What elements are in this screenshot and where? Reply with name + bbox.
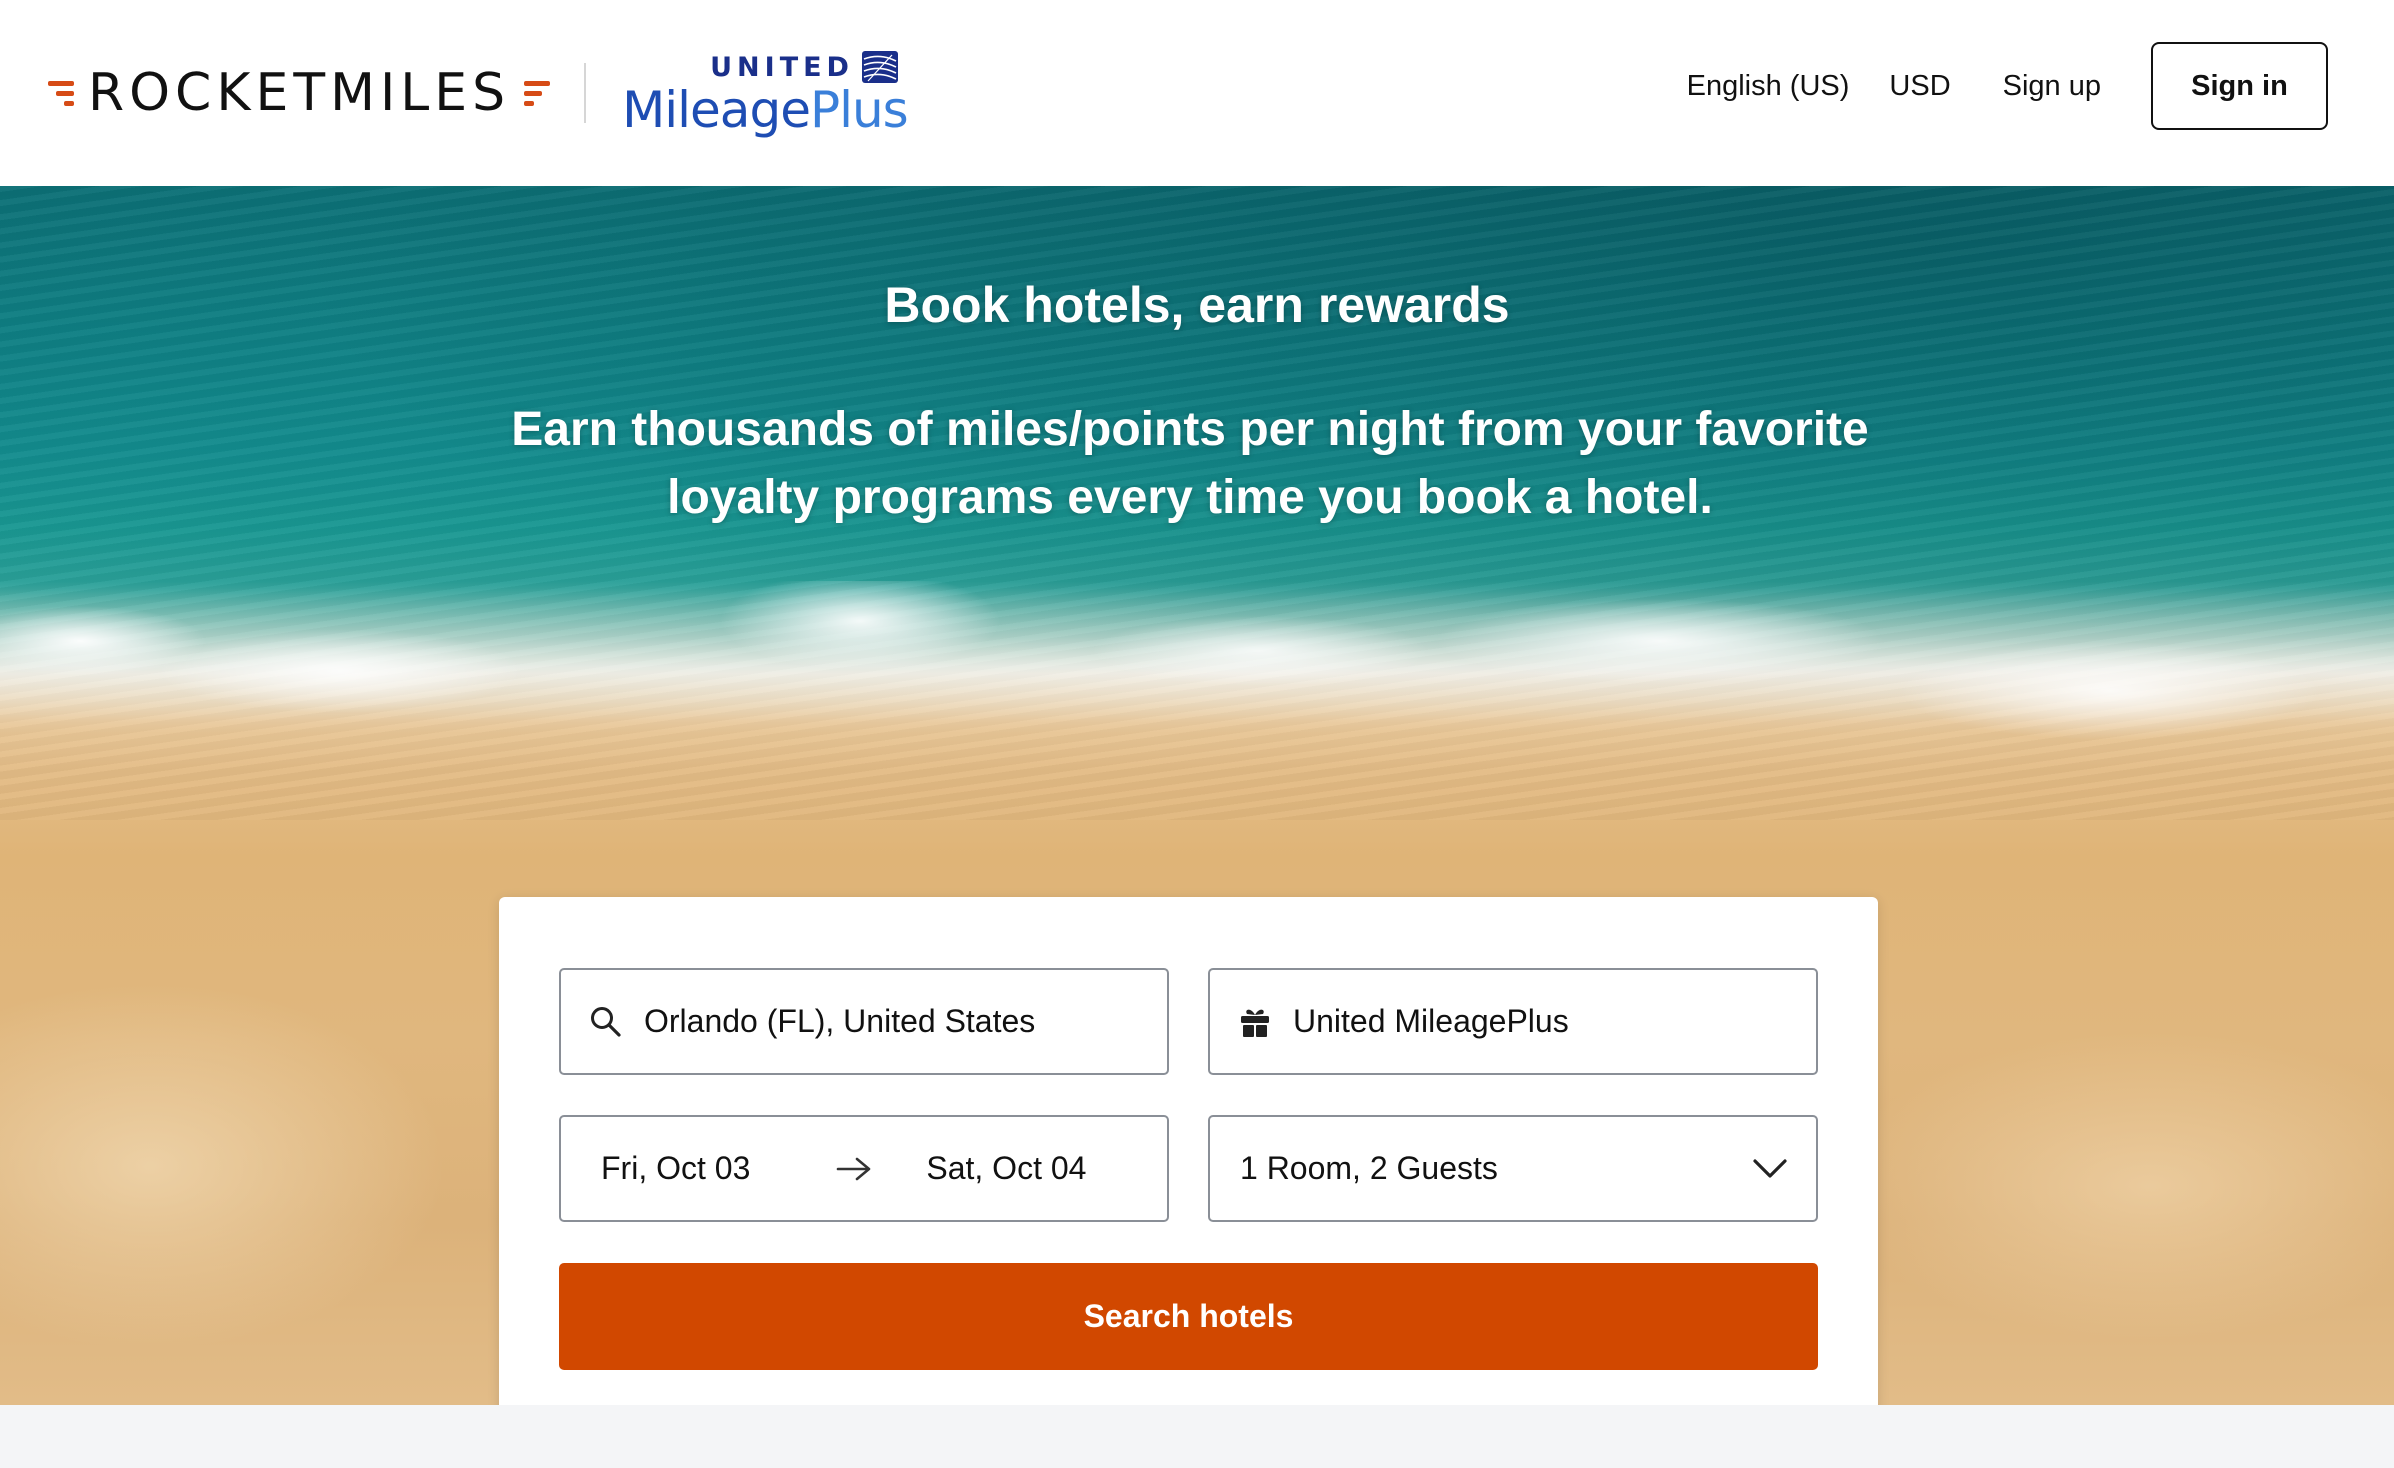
- plus-text: Plus: [809, 81, 909, 139]
- check-in-date[interactable]: Fri, Oct 03: [601, 1150, 750, 1187]
- date-range-picker[interactable]: Fri, Oct 03 Sat, Oct 04: [559, 1115, 1169, 1222]
- hotel-search-card: Orlando (FL), United States United Milea…: [499, 897, 1878, 1405]
- destination-input[interactable]: Orlando (FL), United States: [559, 968, 1169, 1075]
- hero-title: Book hotels, earn rewards: [884, 277, 1510, 333]
- search-icon: [591, 1006, 621, 1037]
- search-hotels-button[interactable]: Search hotels: [559, 1263, 1818, 1370]
- mileageplus-wordmark: MileagePlus: [622, 85, 909, 135]
- site-header: ROCKETMILES UNITED MileagePlus English (…: [0, 0, 2394, 186]
- chevron-down-icon: [1753, 1159, 1787, 1178]
- sign-up-link[interactable]: Sign up: [2003, 70, 2101, 103]
- arrow-right-icon: [837, 1157, 871, 1180]
- logo-divider: [584, 63, 587, 123]
- language-selector[interactable]: English (US): [1687, 70, 1850, 103]
- rocketmiles-right-flag-icon: [524, 80, 551, 106]
- rocketmiles-wordmark: ROCKETMILES: [88, 63, 511, 123]
- destination-value: Orlando (FL), United States: [644, 1003, 1036, 1039]
- hero-subtitle: Earn thousands of miles/points per night…: [511, 403, 1869, 524]
- rooms-guests-value: 1 Room, 2 Guests: [1240, 1150, 1498, 1186]
- sign-in-button[interactable]: Sign in: [2151, 42, 2328, 130]
- page-below-fold: [0, 1405, 2394, 1468]
- check-out-date[interactable]: Sat, Oct 04: [926, 1150, 1086, 1187]
- rocketmiles-left-flag-icon: [48, 80, 74, 106]
- logo-group[interactable]: ROCKETMILES UNITED MileagePlus: [48, 38, 909, 148]
- gift-icon: [1241, 1009, 1269, 1037]
- header-nav: English (US) USD Sign up Sign in: [1687, 42, 2328, 130]
- united-wordmark: UNITED: [710, 51, 854, 83]
- mileage-text: Mileage: [622, 81, 811, 139]
- hero-background-waves: [0, 581, 2394, 771]
- rooms-guests-select[interactable]: 1 Room, 2 Guests: [1208, 1115, 1818, 1222]
- united-mileageplus-logo[interactable]: UNITED MileagePlus: [622, 51, 909, 135]
- united-globe-icon: [861, 51, 898, 83]
- hero-section: Book hotels, earn rewards Earn thousands…: [0, 186, 2394, 1405]
- loyalty-program-input[interactable]: United MileagePlus: [1208, 968, 1818, 1075]
- currency-selector[interactable]: USD: [1889, 70, 1950, 103]
- rocketmiles-logo[interactable]: ROCKETMILES: [48, 63, 551, 123]
- loyalty-program-value: United MileagePlus: [1293, 1003, 1569, 1039]
